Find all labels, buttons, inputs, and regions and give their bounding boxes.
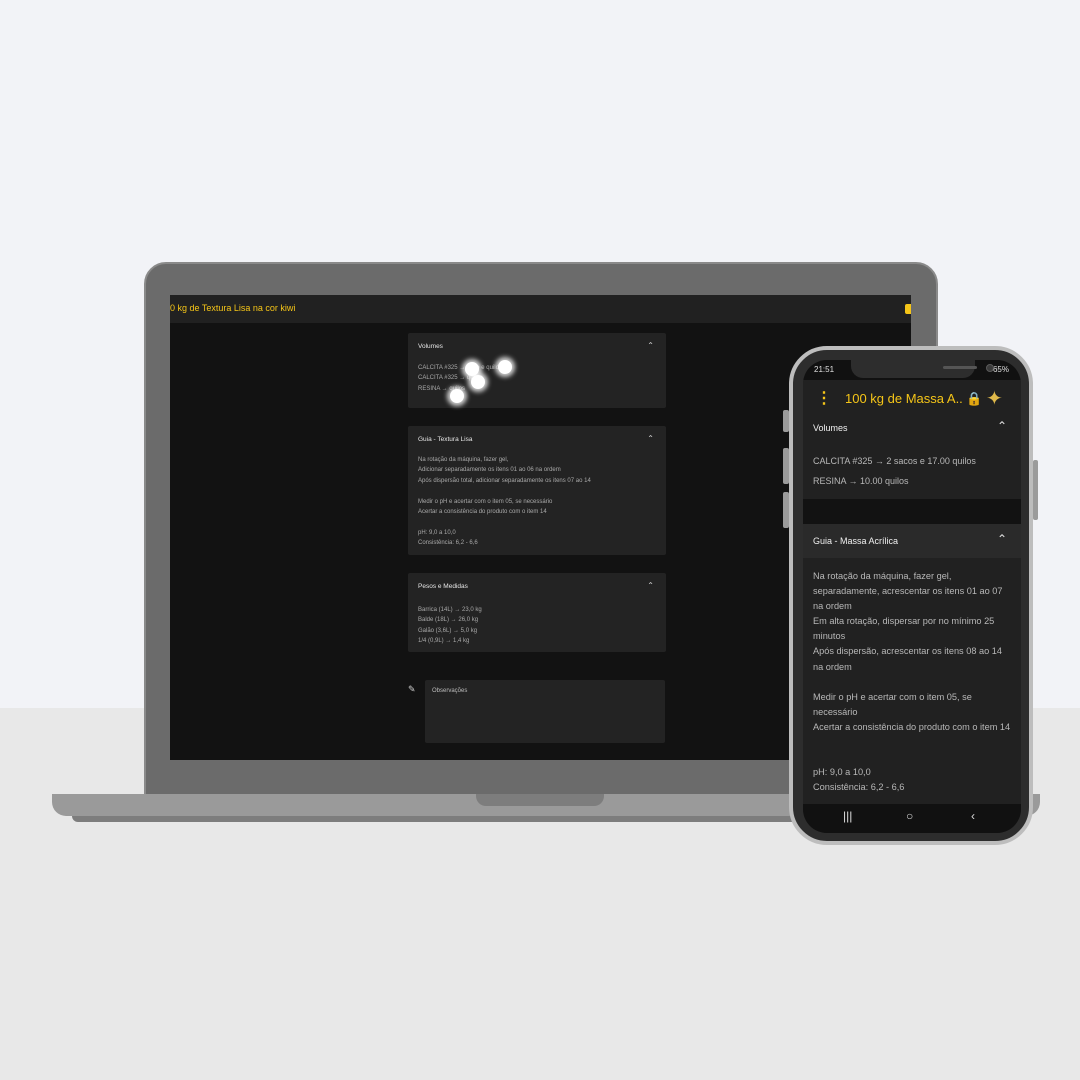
pesos-card-header[interactable]: Pesos e Medidas ⌃ xyxy=(408,573,666,599)
chevron-up-icon[interactable]: ⌃ xyxy=(647,341,654,350)
guia-section-header[interactable]: Guia - Massa Acrílica ⌃ xyxy=(803,524,1021,558)
lock-icon[interactable] xyxy=(905,304,911,314)
laptop-app-bar: 0 kg de Textura Lisa na cor kiwi xyxy=(170,295,911,323)
phone-power-button xyxy=(1033,460,1038,520)
guia-paragraph: Na rotação da máquina, fazer gel, separa… xyxy=(813,571,1003,672)
home-icon[interactable]: ○ xyxy=(906,809,913,823)
guia-line: Acertar a consistência do produto com o … xyxy=(418,509,547,516)
lock-icon[interactable]: 🔒 xyxy=(966,391,982,407)
volume-line: RESINA → 10.00 quilos xyxy=(813,476,909,486)
pesos-card: Pesos e Medidas ⌃ Barrica (14L) → 23,0 k… xyxy=(408,573,666,652)
laptop-notch xyxy=(476,794,604,806)
guia-card-title: Guia - Textura Lisa xyxy=(418,436,473,443)
pesos-line: Barrica (14L) → 23,0 kg xyxy=(418,607,482,613)
volume-line: CALCITA #325 → 2 sacos e 17.00 quilos xyxy=(813,456,976,466)
phone-screen: 21:51 65% ⋮ 100 kg de Massa A... 🔒 ✦ Vol… xyxy=(803,360,1021,833)
edit-icon[interactable]: ✎ xyxy=(408,684,416,695)
volumes-card: Volumes ⌃ CALCITA #325 → saco e quilos C… xyxy=(408,333,666,408)
phone-page-title: 100 kg de Massa A... xyxy=(845,391,963,406)
blurred-value xyxy=(498,360,512,374)
guia-paragraph: pH: 9,0 a 10,0 Consistência: 6,2 - 6,6 xyxy=(813,767,905,793)
chevron-up-icon[interactable]: ⌃ xyxy=(647,434,654,443)
guia-line: Após dispersão total, adicionar separada… xyxy=(418,477,591,484)
more-vert-icon[interactable]: ⋮ xyxy=(816,388,832,408)
volumes-section-header[interactable]: Volumes ⌃ xyxy=(803,411,1021,445)
volumes-card-header[interactable]: Volumes ⌃ xyxy=(408,333,666,359)
phone-speaker xyxy=(943,366,977,369)
phone-camera xyxy=(986,364,994,372)
chevron-up-icon[interactable]: ⌃ xyxy=(997,532,1007,546)
pesos-line: Galão (3,6L) → 5,0 kg xyxy=(418,627,478,634)
guia-line: Na rotação da máquina, fazer gel, xyxy=(418,457,509,463)
guia-line: Medir o pH e acertar com o item 05, se n… xyxy=(418,498,553,505)
hummingbird-logo-icon: ✦ xyxy=(986,388,1003,410)
volumes-section-title: Volumes xyxy=(813,423,848,433)
volume-line: RESINA → quilos xyxy=(418,385,466,392)
status-time: 21:51 xyxy=(814,365,835,374)
guia-line: pH: 9,0 a 10,0 xyxy=(418,529,456,536)
phone-notch xyxy=(851,360,994,378)
guia-line: Consistência: 6,2 - 6,6 xyxy=(418,540,478,547)
section-separator xyxy=(803,499,1021,524)
blurred-value xyxy=(471,375,485,389)
chevron-up-icon[interactable]: ⌃ xyxy=(997,419,1007,433)
guia-card: Guia - Textura Lisa ⌃ Na rotação da máqu… xyxy=(408,426,666,555)
blurred-value xyxy=(450,389,464,403)
observacoes-label: Observações xyxy=(432,688,468,694)
recent-apps-icon[interactable]: ||| xyxy=(843,809,852,823)
guia-card-header[interactable]: Guia - Textura Lisa ⌃ xyxy=(408,426,666,452)
guia-line: Adicionar separadamente os itens 01 ao 0… xyxy=(418,467,561,474)
blurred-value xyxy=(465,362,479,376)
chevron-up-icon[interactable]: ⌃ xyxy=(647,581,654,590)
guia-section-title: Guia - Massa Acrílica xyxy=(813,536,899,546)
guia-paragraph: Medir o pH e acertar com o item 05, se n… xyxy=(813,692,1011,733)
pesos-line: 1/4 (0,9L) → 1,4 kg xyxy=(418,638,470,645)
pesos-line: Balde (18L) → 26,0 kg xyxy=(418,617,479,624)
volume-line: CALCITA #325 → quilos xyxy=(418,375,483,382)
pesos-card-title: Pesos e Medidas xyxy=(418,583,468,590)
volume-line: CALCITA #325 → saco e quilos xyxy=(418,365,502,371)
volumes-card-title: Volumes xyxy=(418,343,443,350)
phone-nav-bar: ||| ○ ‹ xyxy=(803,804,1021,833)
status-battery: 65% xyxy=(992,365,1009,374)
back-icon[interactable]: ‹ xyxy=(971,809,975,823)
observacoes-field[interactable]: Observações xyxy=(425,680,665,743)
laptop-page-title: 0 kg de Textura Lisa na cor kiwi xyxy=(170,303,296,313)
